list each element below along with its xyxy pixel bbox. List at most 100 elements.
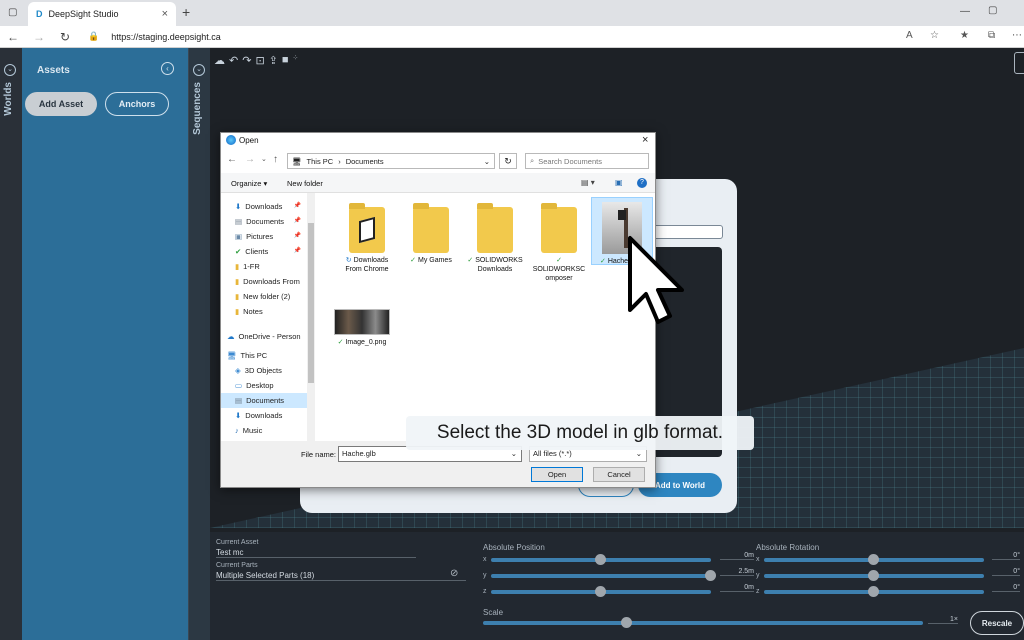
dialog-forward-icon[interactable]: → (245, 154, 255, 165)
pos-x-handle[interactable] (595, 554, 606, 565)
rot-y-handle[interactable] (868, 570, 879, 581)
refresh-icon[interactable]: ↻ (499, 153, 517, 169)
device-preview-icon[interactable] (1014, 52, 1024, 74)
recent-locations-icon[interactable]: ⌄ (261, 155, 267, 163)
pos-x-slider[interactable] (491, 554, 711, 565)
nav-item[interactable]: ⬇ Downloads 📌 (221, 199, 307, 214)
scale-handle[interactable] (621, 617, 632, 628)
nav-item[interactable]: ✔ Clients 📌 (221, 244, 307, 259)
undo-icon[interactable]: ↶ (229, 54, 238, 67)
nav-item[interactable]: ◈ 3D Objects (221, 363, 307, 378)
open-button[interactable]: Open (531, 467, 583, 482)
cloud-upload-icon[interactable]: ☁ (214, 54, 225, 67)
focus-icon[interactable]: ⊡ (255, 54, 264, 67)
worlds-sidebar[interactable]: ⌄ Worlds (0, 48, 22, 640)
nav-item[interactable]: ▭ Desktop (221, 378, 307, 393)
pos-y-handle[interactable] (705, 570, 716, 581)
rot-x-handle[interactable] (868, 554, 879, 565)
visibility-off-icon[interactable]: ⊘ (450, 568, 458, 579)
dialog-close-icon[interactable]: × (642, 134, 648, 146)
anchors-button[interactable]: Anchors (105, 92, 169, 116)
add-asset-button[interactable]: Add Asset (25, 92, 97, 116)
sequences-sidebar[interactable]: ⌄ Sequences (188, 48, 210, 640)
video-camera-icon[interactable]: ■ (282, 54, 289, 67)
nav-item[interactable]: ▮ 1-FR (221, 259, 307, 274)
rot-x-slider[interactable] (764, 554, 984, 565)
extensions-icon[interactable]: ⧉ (988, 30, 995, 41)
grid-icon[interactable]: ⁘ (293, 54, 299, 67)
current-parts-value[interactable]: Multiple Selected Parts (18) (216, 571, 466, 581)
nav-item[interactable]: ▤ Documents (221, 393, 307, 408)
nav-item[interactable]: ▮ Notes (221, 304, 307, 319)
view-options-icon[interactable]: ▤ ▾ (581, 178, 595, 187)
up-folder-icon[interactable]: ↑ (273, 154, 278, 165)
reload-icon[interactable]: ↻ (52, 30, 78, 44)
cancel-button[interactable]: Cancel (593, 467, 645, 482)
nav-item[interactable]: ▮ Downloads From (221, 274, 307, 289)
preview-pane-icon[interactable]: ▣ (615, 178, 623, 187)
nav-item[interactable]: ▣ Pictures 📌 (221, 229, 307, 244)
pos-y-value[interactable]: 2.5m (720, 568, 754, 576)
pos-z-slider[interactable] (491, 586, 711, 597)
nav-item[interactable]: 🖥 This PC (221, 348, 307, 363)
pos-x-value[interactable]: 0m (720, 552, 754, 560)
tab-close-icon[interactable]: × (162, 8, 168, 20)
file-item[interactable]: ✓ My Games (401, 203, 461, 265)
file-item[interactable]: ✓ Image_0.png (327, 309, 397, 347)
share-icon[interactable]: ⇪ (269, 54, 278, 67)
nav-item[interactable]: ♪ Music (221, 423, 307, 438)
search-documents-field[interactable]: ⌕ Search Documents (525, 153, 649, 169)
browser-tab[interactable]: D DeepSight Studio × (28, 2, 176, 26)
rot-z-value[interactable]: 0° (992, 584, 1020, 592)
nav-item[interactable]: ☁ OneDrive - Person (221, 329, 307, 344)
rot-y-value[interactable]: 0° (992, 568, 1020, 576)
collapse-assets-icon[interactable]: ‹ (161, 62, 174, 75)
redo-icon[interactable]: ↷ (242, 54, 251, 67)
crumb-documents[interactable]: Documents (346, 157, 384, 166)
scale-slider[interactable] (483, 617, 923, 628)
pos-z-handle[interactable] (595, 586, 606, 597)
worlds-toggle-icon[interactable]: ⌄ (4, 64, 16, 76)
nav-item[interactable]: ▮ New folder (2) (221, 289, 307, 304)
path-dropdown-icon[interactable]: ⌄ (484, 157, 490, 166)
organize-button[interactable]: Organize ▾ (231, 179, 267, 188)
nav-item[interactable]: ⬇ Downloads (221, 408, 307, 423)
new-tab-button[interactable]: + (182, 4, 190, 20)
pin-icon[interactable]: 📌 (294, 229, 301, 244)
rot-z-slider[interactable] (764, 586, 984, 597)
favorite-icon[interactable]: ☆ (930, 30, 939, 41)
rot-y-slider[interactable] (764, 570, 984, 581)
rescale-button[interactable]: Rescale (970, 611, 1024, 635)
current-asset-value[interactable]: Test mc (216, 548, 416, 558)
file-item[interactable]: ↻ Downloads From Chrome (337, 203, 397, 274)
back-icon[interactable]: ← (0, 30, 26, 44)
minimize-icon[interactable]: — (960, 6, 970, 17)
maximize-icon[interactable]: ▢ (988, 5, 997, 16)
tab-actions-icon[interactable]: ▢ (8, 7, 17, 18)
rot-x-value[interactable]: 0° (992, 552, 1020, 560)
pos-y-slider[interactable] (491, 570, 716, 581)
nav-item[interactable]: ▤ Documents 📌 (221, 214, 307, 229)
new-folder-button[interactable]: New folder (287, 179, 323, 188)
pin-icon[interactable]: 📌 (294, 214, 301, 229)
more-icon[interactable]: ⋯ (1012, 30, 1022, 41)
nav-scrollbar[interactable] (307, 193, 315, 441)
pos-z-value[interactable]: 0m (720, 584, 754, 592)
sequences-toggle-icon[interactable]: ⌄ (193, 64, 205, 76)
file-item[interactable]: ✓ SOLIDWORKS Downloads (465, 203, 525, 274)
crumb-this-pc[interactable]: This PC (307, 157, 334, 166)
nav-scrollbar-thumb[interactable] (308, 223, 314, 383)
pin-icon[interactable]: 📌 (294, 244, 301, 259)
dialog-back-icon[interactable]: ← (227, 154, 237, 165)
help-icon[interactable]: ? (637, 178, 647, 188)
path-breadcrumb[interactable]: 🖥 This PC › Documents ⌄ (287, 153, 495, 169)
rot-z-handle[interactable] (868, 586, 879, 597)
reader-mode-icon[interactable]: A (906, 30, 913, 41)
pin-icon[interactable]: 📌 (294, 199, 301, 214)
file-item[interactable]: ✓ SOLIDWORKSC omposer (529, 203, 589, 283)
pos-x-axis: x (483, 556, 487, 563)
url-field[interactable]: https://staging.deepsight.ca (111, 32, 221, 42)
forward-icon[interactable]: → (26, 30, 52, 44)
scale-value[interactable]: 1× (928, 616, 958, 624)
collections-icon[interactable]: ★ (960, 30, 969, 41)
